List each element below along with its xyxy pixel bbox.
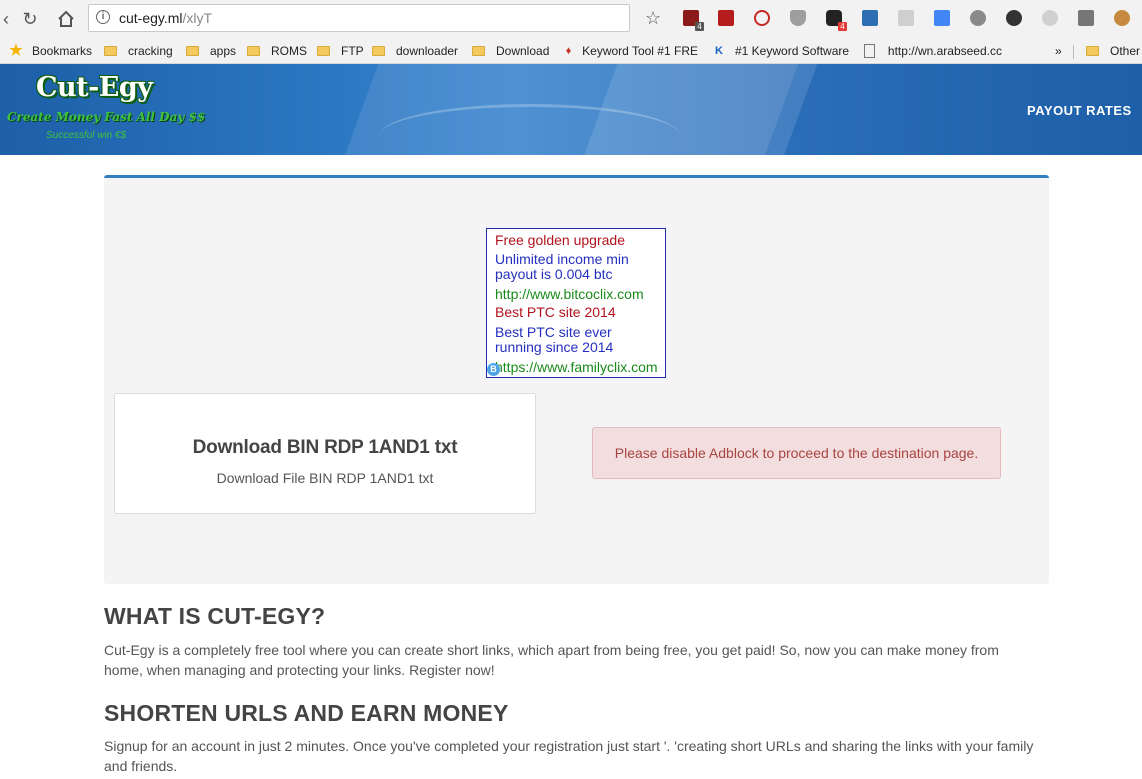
bookmark-label: Keyword Tool #1 FRE — [582, 44, 698, 58]
browser-toolbar: ‹ ↻ i cut-egy.ml/xlyT ☆ 4 4 — [0, 0, 1142, 38]
bookmark-folder[interactable]: downloader — [372, 42, 458, 60]
reload-icon: ↻ — [22, 8, 38, 29]
section-heading: WHAT IS CUT-EGY? — [104, 603, 326, 629]
bookmark-label: ROMS — [271, 44, 307, 58]
bookmark-label: http://wn.arabseed.cc — [887, 44, 1002, 58]
folder-icon — [317, 46, 330, 56]
folder-icon — [186, 46, 199, 56]
flame-icon: ♦ — [565, 45, 572, 57]
overflow-chevron-icon: » — [1055, 44, 1062, 58]
block-extension-icon[interactable] — [754, 10, 770, 26]
bookmark-star-icon[interactable]: ☆ — [645, 9, 661, 27]
grey-extension-icon[interactable] — [1042, 10, 1058, 26]
home-icon — [58, 10, 74, 27]
bookmark-folder[interactable]: cracking — [104, 42, 173, 60]
folder-icon — [104, 46, 117, 56]
adchoices-icon[interactable]: B — [487, 363, 500, 376]
s-extension-icon[interactable] — [862, 10, 878, 26]
page-icon — [864, 44, 875, 58]
bookmark-label: #1 Keyword Software — [735, 44, 850, 58]
site-tagline: Create Money Fast All Day $$ — [7, 110, 206, 124]
ad-line[interactable]: Free golden upgrade — [495, 233, 625, 248]
info-icon[interactable]: i — [96, 10, 110, 24]
extension-badge: 4 — [695, 22, 704, 31]
star-icon: ★ — [9, 42, 23, 59]
arrow-left-icon: ‹ — [3, 8, 9, 29]
section-heading: SHORTEN URLS AND EARN MONEY — [104, 700, 509, 726]
bookmark-label: FTP — [341, 44, 364, 58]
bookmark-label: Download — [496, 44, 550, 58]
bookmark-folder[interactable]: Download — [472, 42, 549, 60]
reload-button[interactable]: ↻ — [18, 7, 42, 31]
advertisement-box[interactable]: Free golden upgrade Unlimited income min… — [486, 228, 666, 378]
address-bar[interactable]: i cut-egy.ml/xlyT — [88, 4, 630, 32]
off-extension-icon[interactable] — [898, 10, 914, 26]
bookmark-folder[interactable]: FTP — [317, 42, 364, 60]
mask-extension-icon[interactable] — [1006, 10, 1022, 26]
bookmark-item[interactable]: ♦ Keyword Tool #1 FRE — [564, 42, 698, 60]
url-path: /xlyT — [182, 10, 213, 26]
bookmark-folder[interactable]: ROMS — [247, 42, 307, 60]
ad-line[interactable]: https://www.familyclix.com — [495, 360, 658, 375]
bookmark-label: Other — [1110, 44, 1141, 58]
section-body: Signup for an account in just 2 minutes.… — [104, 738, 1034, 774]
bookmark-label: Bookmarks — [32, 44, 93, 58]
bookmark-item[interactable]: ★ Bookmarks — [9, 42, 92, 60]
extension-badge: 4 — [838, 22, 847, 31]
folder-icon — [1086, 46, 1099, 56]
home-button[interactable] — [54, 7, 78, 31]
cookie-extension-icon[interactable] — [1114, 10, 1130, 26]
ad-line[interactable]: Unlimited income min payout is 0.004 btc — [495, 252, 645, 282]
bookmark-label: cracking — [128, 44, 173, 58]
bookmark-item[interactable]: K #1 Keyword Software — [712, 42, 850, 60]
avatar-extension-icon[interactable] — [1078, 10, 1094, 26]
adblock-alert: Please disable Adblock to proceed to the… — [592, 427, 1001, 479]
translate-extension-icon[interactable] — [934, 10, 950, 26]
file-subtitle: Download File BIN RDP 1AND1 txt — [216, 470, 434, 486]
bookmark-label: apps — [210, 44, 237, 58]
ad-line[interactable]: http://www.bitcoclix.com — [495, 287, 644, 302]
bookmarks-bar: ★ Bookmarks cracking apps ROMS FTP downlo… — [0, 38, 1142, 64]
pinterest-extension-icon[interactable] — [718, 10, 734, 26]
bookmark-label: downloader — [396, 44, 459, 58]
folder-icon — [472, 46, 485, 56]
url-host: cut-egy.ml — [119, 10, 183, 26]
back-button[interactable]: ‹ — [0, 7, 18, 31]
section-body: Cut-Egy is a completely free tool where … — [104, 642, 999, 678]
folder-icon — [372, 46, 385, 56]
payout-rates-link[interactable]: PAYOUT RATES — [1027, 103, 1132, 118]
bookmarks-overflow-button[interactable]: » — [1055, 42, 1062, 60]
bookmark-folder[interactable]: apps — [186, 42, 236, 60]
url-text[interactable]: cut-egy.ml/xlyT — [119, 10, 212, 26]
file-card: Download BIN RDP 1AND1 txt Download File… — [114, 393, 536, 514]
cube-extension-icon[interactable] — [970, 10, 986, 26]
file-title: Download BIN RDP 1AND1 txt — [192, 437, 458, 458]
bookmarks-divider — [1073, 45, 1074, 59]
shield-extension-icon[interactable] — [790, 10, 806, 26]
folder-icon — [247, 46, 260, 56]
bookmark-item[interactable]: http://wn.arabseed.cc — [864, 42, 1002, 60]
ad-line[interactable]: Best PTC site ever running since 2014 — [495, 325, 645, 355]
bookmark-folder[interactable]: Other — [1086, 42, 1140, 60]
ghost-extension-icon[interactable]: 4 — [826, 10, 847, 31]
ks-icon: K — [715, 45, 723, 57]
site-logo[interactable]: Cut-Egy — [36, 72, 153, 103]
ublock-extension-icon[interactable]: 4 — [683, 10, 704, 31]
site-subline: Successful win €$ — [46, 130, 127, 141]
ad-line[interactable]: Best PTC site 2014 — [495, 305, 616, 320]
